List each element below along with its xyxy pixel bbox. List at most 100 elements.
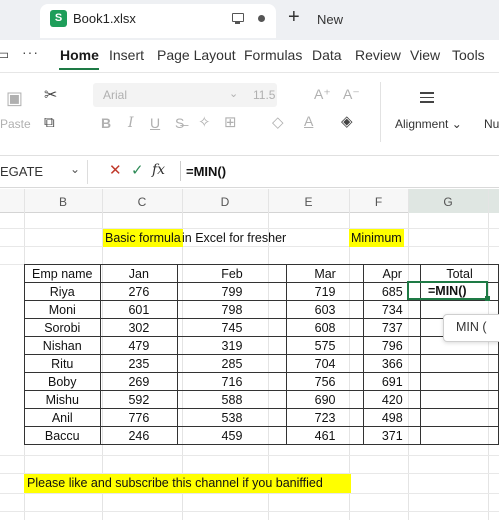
table-cell[interactable]: 608 — [285, 318, 365, 337]
table-cell[interactable]: Moni — [24, 300, 101, 319]
cut-icon[interactable]: ✂ — [44, 85, 57, 105]
column-header-g[interactable]: G — [408, 195, 488, 209]
bold-icon[interactable]: B — [101, 115, 111, 131]
table-cell[interactable]: 319 — [177, 336, 287, 355]
strikethrough-icon[interactable]: S̶ — [175, 115, 184, 131]
table-cell[interactable] — [420, 372, 499, 391]
fill-handle[interactable] — [485, 296, 490, 301]
column-header-c[interactable]: C — [102, 195, 182, 209]
menu-formulas[interactable]: Formulas — [244, 47, 302, 63]
menu-home[interactable]: Home — [60, 47, 99, 63]
table-cell[interactable]: 601 — [99, 300, 179, 319]
table-cell[interactable]: 366 — [363, 354, 422, 373]
column-header-f[interactable]: F — [349, 195, 408, 209]
table-cell[interactable]: 716 — [177, 372, 287, 391]
table-cell[interactable]: 704 — [285, 354, 365, 373]
column-header-d[interactable]: D — [182, 195, 268, 209]
table-cell[interactable]: Nishan — [24, 336, 101, 355]
table-cell[interactable]: 737 — [363, 318, 422, 337]
table-cell[interactable]: 371 — [363, 426, 422, 445]
table-cell[interactable]: 246 — [99, 426, 179, 445]
align-icon[interactable] — [420, 92, 434, 106]
table-cell[interactable]: 734 — [363, 300, 422, 319]
table-cell[interactable]: Baccu — [24, 426, 101, 445]
confirm-icon[interactable]: ✓ — [131, 161, 144, 179]
header-cell[interactable]: Total — [420, 264, 499, 283]
title-text-cell[interactable]: in Excel for fresher — [182, 231, 286, 245]
table-cell[interactable]: 479 — [99, 336, 179, 355]
table-cell[interactable]: 538 — [177, 408, 287, 427]
menu-review[interactable]: Review — [355, 47, 401, 63]
table-cell[interactable]: 690 — [285, 390, 365, 409]
font-size-value[interactable]: 11.5 — [253, 88, 275, 102]
table-cell[interactable]: 592 — [99, 390, 179, 409]
increase-font-icon[interactable]: A⁺ — [314, 86, 331, 103]
unsaved-dot-icon[interactable] — [258, 15, 265, 22]
table-cell[interactable]: Boby — [24, 372, 101, 391]
file-tab-title[interactable]: Book1.xlsx — [73, 11, 136, 26]
table-cell[interactable]: 691 — [363, 372, 422, 391]
table-cell[interactable]: 723 — [285, 408, 365, 427]
autocomplete-suggestion[interactable]: MIN ( — [456, 320, 487, 334]
paste-button[interactable]: Paste — [0, 117, 31, 131]
chevron-down-icon[interactable]: ⌄ — [70, 162, 80, 176]
menu-tools[interactable]: Tools — [452, 47, 485, 63]
table-cell[interactable]: 756 — [285, 372, 365, 391]
footer-note-cell[interactable]: Please like and subscribe this channel i… — [24, 474, 351, 493]
insert-function-icon[interactable]: fx — [152, 162, 165, 178]
table-cell[interactable]: 420 — [363, 390, 422, 409]
table-cell[interactable]: 796 — [363, 336, 422, 355]
fill-color-icon[interactable]: ◇ — [272, 113, 284, 131]
table-cell[interactable] — [420, 408, 499, 427]
table-cell[interactable]: 575 — [285, 336, 365, 355]
title-highlighted-cell[interactable]: Basic formula — [103, 229, 183, 247]
table-cell[interactable]: Sorobi — [24, 318, 101, 337]
table-cell[interactable]: Riya — [24, 282, 101, 301]
table-cell[interactable]: 302 — [99, 318, 179, 337]
table-cell[interactable]: 745 — [177, 318, 287, 337]
number-format-button[interactable]: Nu — [484, 117, 499, 131]
underline-icon[interactable]: U — [150, 115, 160, 131]
file-menu-icon[interactable]: ▭ — [0, 46, 9, 63]
table-cell[interactable]: 498 — [363, 408, 422, 427]
format-painter-icon[interactable]: ⧉ — [44, 114, 55, 131]
alignment-button[interactable]: Alignment ⌄ — [395, 117, 462, 131]
table-cell[interactable] — [420, 390, 499, 409]
column-header-e[interactable]: E — [268, 195, 349, 209]
plus-icon[interactable]: + — [288, 6, 300, 29]
table-cell[interactable]: 798 — [177, 300, 287, 319]
table-cell[interactable]: 719 — [285, 282, 365, 301]
table-cell[interactable]: 235 — [99, 354, 179, 373]
header-cell[interactable]: Mar — [285, 264, 365, 283]
cancel-icon[interactable]: ✕ — [109, 161, 122, 179]
monitor-icon[interactable] — [232, 13, 244, 24]
borders-icon[interactable]: ⊞ — [224, 113, 237, 131]
paste-icon[interactable]: ▣ — [6, 88, 23, 109]
menu-data[interactable]: Data — [312, 47, 342, 63]
table-cell[interactable] — [420, 426, 499, 445]
font-color-icon[interactable]: A — [304, 113, 313, 129]
chevron-down-icon[interactable]: ⌄ — [229, 87, 238, 100]
more-menu-icon[interactable]: ··· — [22, 44, 39, 60]
header-cell[interactable]: Feb — [177, 264, 287, 283]
decrease-font-icon[interactable]: A⁻ — [343, 86, 360, 103]
header-cell[interactable]: Apr — [363, 264, 422, 283]
highlight-icon[interactable]: ✧ — [198, 113, 211, 131]
menu-view[interactable]: View — [410, 47, 440, 63]
column-header-b[interactable]: B — [24, 195, 102, 209]
table-cell[interactable]: 799 — [177, 282, 287, 301]
table-cell[interactable]: 588 — [177, 390, 287, 409]
table-cell[interactable]: 276 — [99, 282, 179, 301]
table-cell[interactable]: Mishu — [24, 390, 101, 409]
new-tab-button[interactable]: New — [317, 12, 343, 27]
table-cell[interactable]: Ritu — [24, 354, 101, 373]
table-cell[interactable]: 461 — [285, 426, 365, 445]
header-cell[interactable]: Jan — [99, 264, 179, 283]
menu-insert[interactable]: Insert — [109, 47, 144, 63]
table-cell[interactable]: 776 — [99, 408, 179, 427]
table-cell[interactable] — [420, 354, 499, 373]
menu-page-layout[interactable]: Page Layout — [157, 47, 236, 63]
header-cell[interactable]: Emp name — [24, 264, 101, 283]
formula-input[interactable]: =MIN() — [186, 164, 226, 179]
minimum-label-cell[interactable]: Minimum — [349, 229, 404, 247]
